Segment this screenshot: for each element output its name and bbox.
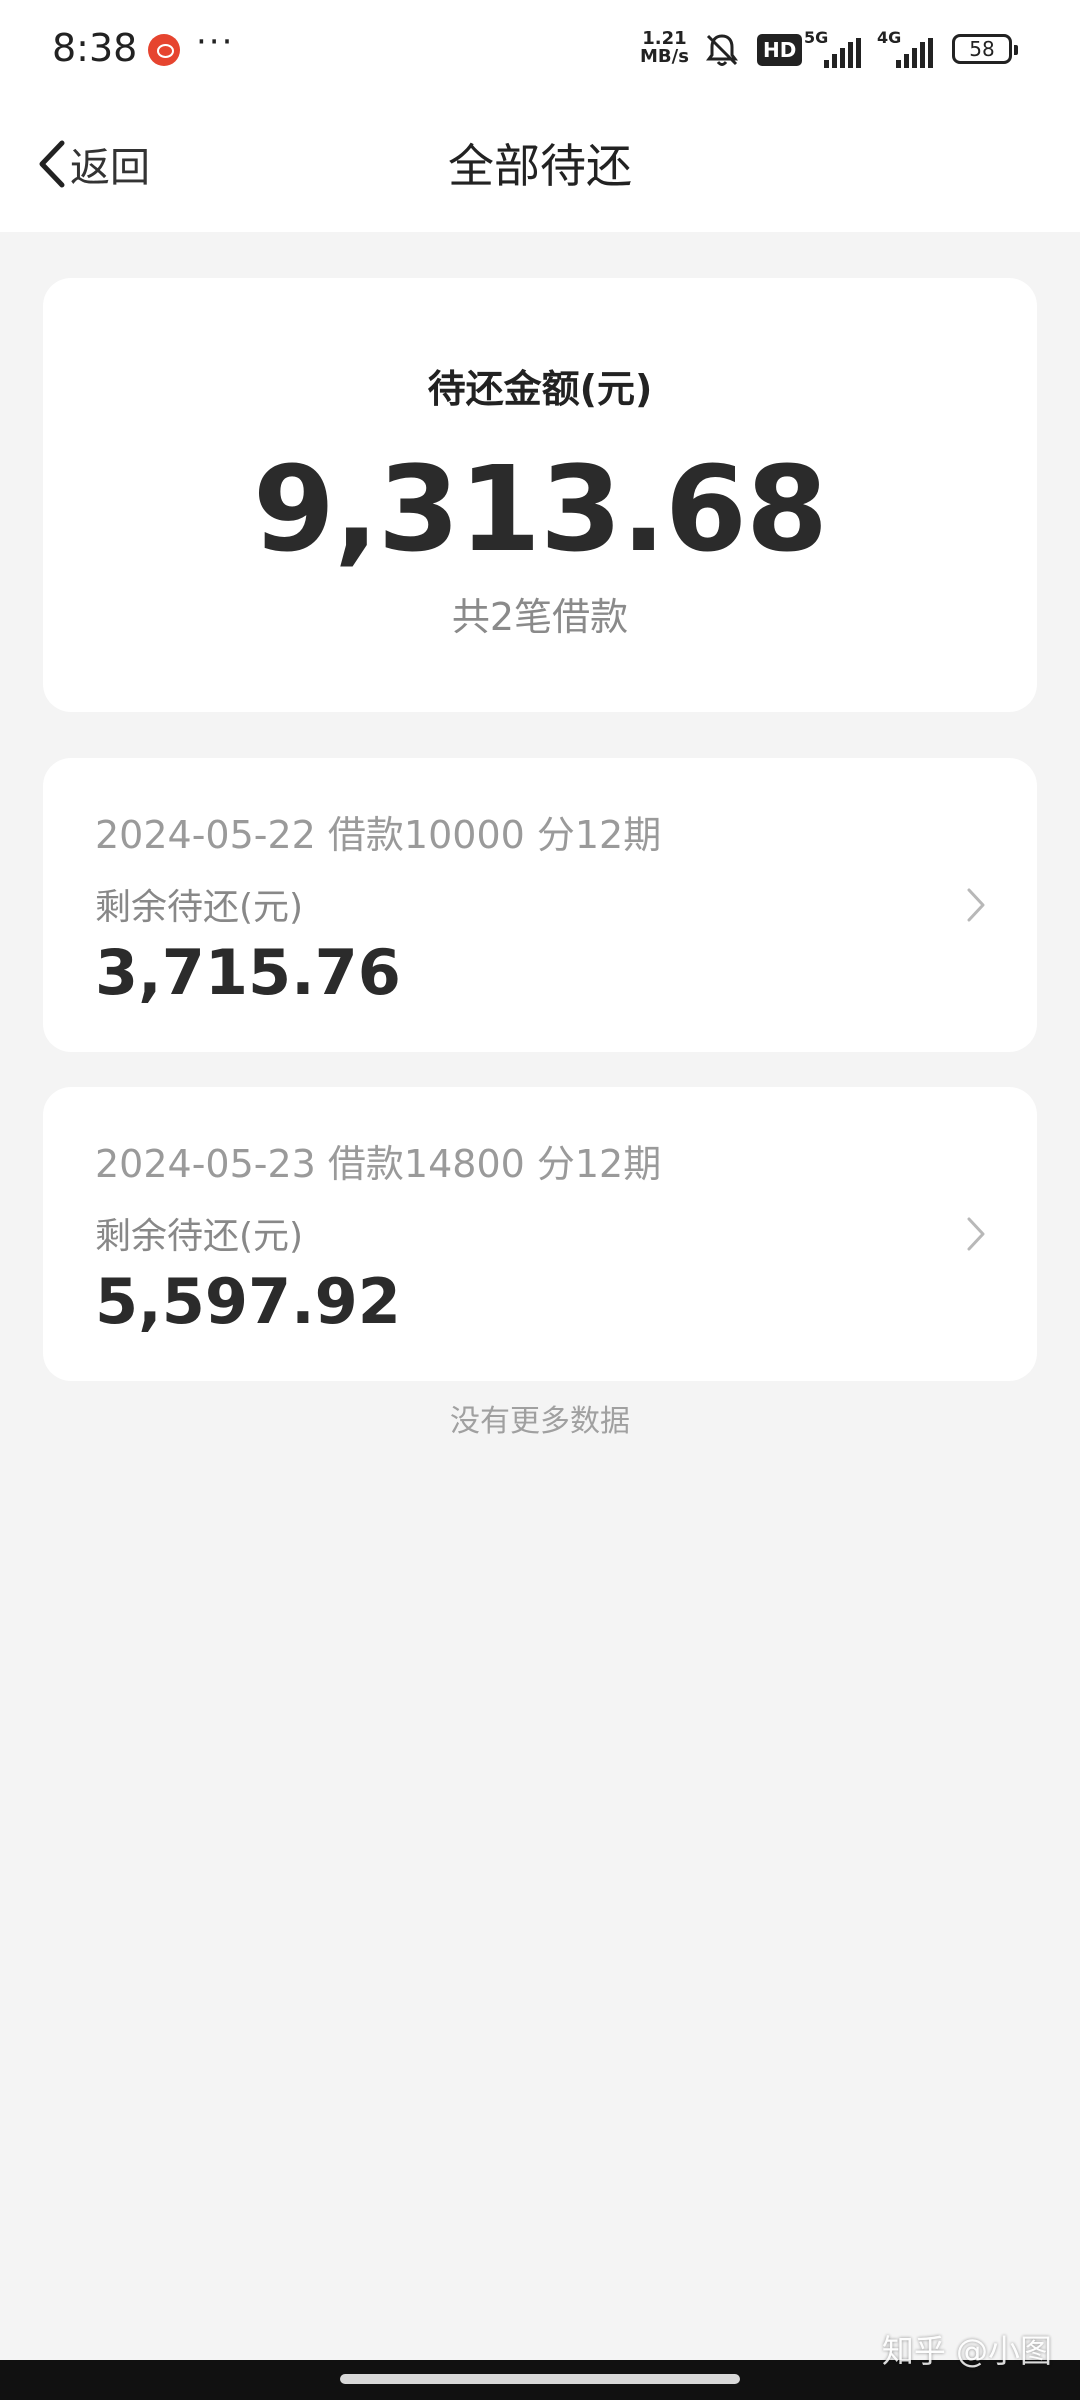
more-notifications-icon: ···	[196, 22, 235, 62]
status-bar: 8:38 ··· 1.21 MB/s HD 5G 4G 58	[0, 0, 1080, 96]
loan-item[interactable]: 2024-05-22 借款10000 分12期 剩余待还(元) 3,715.76	[43, 758, 1037, 1052]
loan-title: 2024-05-23 借款14800 分12期	[95, 1142, 662, 1186]
page-title: 全部待还	[448, 139, 632, 193]
loan-item[interactable]: 2024-05-23 借款14800 分12期 剩余待还(元) 5,597.92	[43, 1087, 1037, 1381]
signal-icon	[824, 38, 861, 68]
loan-remaining-amount: 3,715.76	[95, 936, 401, 1009]
loan-remaining-amount: 5,597.92	[95, 1265, 401, 1338]
mute-bell-icon	[706, 34, 738, 66]
chevron-right-icon	[967, 1217, 985, 1251]
home-indicator[interactable]	[340, 2374, 740, 2384]
loan-remaining-label: 剩余待还(元)	[95, 887, 304, 928]
summary-card: 待还金额(元) 9,313.68 共2笔借款	[43, 278, 1037, 712]
summary-label: 待还金额(元)	[427, 367, 653, 411]
nav-bar: 返回 全部待还	[0, 96, 1080, 232]
network-speed-unit: MB/s	[640, 46, 689, 67]
weibo-notification-icon	[148, 34, 180, 66]
no-more-data-text: 没有更多数据	[450, 1404, 630, 1439]
status-time: 8:38	[52, 26, 138, 70]
battery-icon: 58	[952, 34, 1018, 64]
chevron-right-icon	[967, 888, 985, 922]
hd-voice-icon: HD	[757, 34, 803, 66]
network-speed: 1.21 MB/s	[640, 30, 689, 66]
loan-count: 共2笔借款	[451, 595, 629, 639]
loan-remaining-label: 剩余待还(元)	[95, 1216, 304, 1257]
summary-amount: 9,313.68	[252, 440, 828, 578]
watermark: 知乎 @小图	[881, 2332, 1052, 2370]
loan-title: 2024-05-22 借款10000 分12期	[95, 813, 662, 857]
signal-icon-2	[896, 38, 933, 68]
